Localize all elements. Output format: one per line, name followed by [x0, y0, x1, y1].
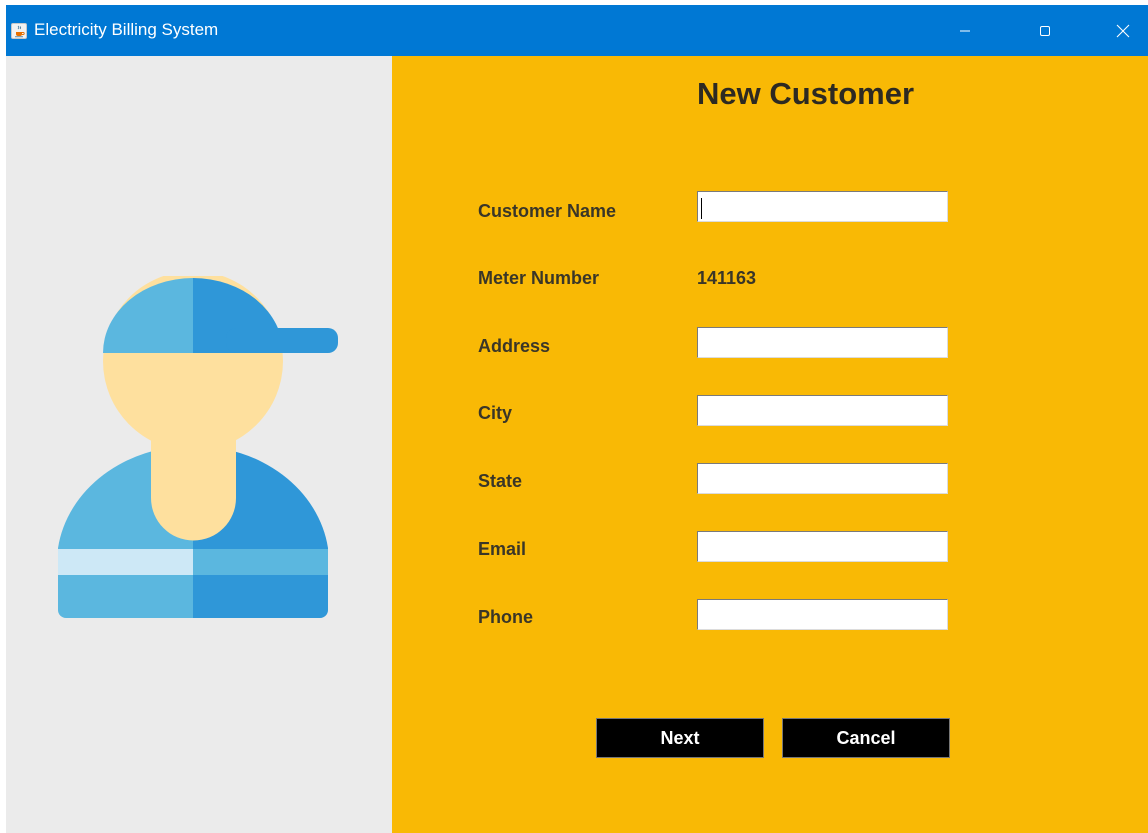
- java-cup-icon: [11, 23, 27, 39]
- title-bar[interactable]: Electricity Billing System: [6, 5, 1148, 56]
- email-label: Email: [478, 539, 527, 559]
- minimize-icon: [960, 30, 970, 31]
- city-input[interactable]: [697, 395, 948, 426]
- email-input[interactable]: [697, 531, 948, 562]
- maximize-button[interactable]: [1022, 5, 1068, 56]
- cancel-button[interactable]: Cancel: [782, 718, 950, 758]
- address-input[interactable]: [697, 327, 948, 358]
- customer-name-input[interactable]: [697, 191, 948, 222]
- text-caret: [701, 198, 702, 219]
- customer-name-label: Customer Name: [478, 201, 617, 221]
- meter-number-label: Meter Number: [478, 268, 600, 288]
- phone-label: Phone: [478, 607, 534, 627]
- app-window: Electricity Billing System New Customer …: [6, 5, 1148, 833]
- next-button[interactable]: Next: [596, 718, 764, 758]
- close-button[interactable]: [1100, 5, 1146, 56]
- illustration-panel: [6, 56, 392, 833]
- city-label: City: [478, 403, 513, 423]
- minimize-button[interactable]: [942, 5, 988, 56]
- meter-number-value: 141163: [697, 268, 757, 288]
- page-title: New Customer: [697, 76, 915, 111]
- phone-input[interactable]: [697, 599, 948, 630]
- address-label: Address: [478, 336, 551, 356]
- state-input[interactable]: [697, 463, 948, 494]
- worker-avatar-icon: [58, 276, 338, 618]
- maximize-icon: [1040, 25, 1050, 36]
- form-panel: New Customer Customer Name Meter Number …: [392, 56, 1148, 833]
- state-label: State: [478, 471, 523, 491]
- close-icon: [1116, 24, 1130, 37]
- window-title: Electricity Billing System: [34, 20, 219, 39]
